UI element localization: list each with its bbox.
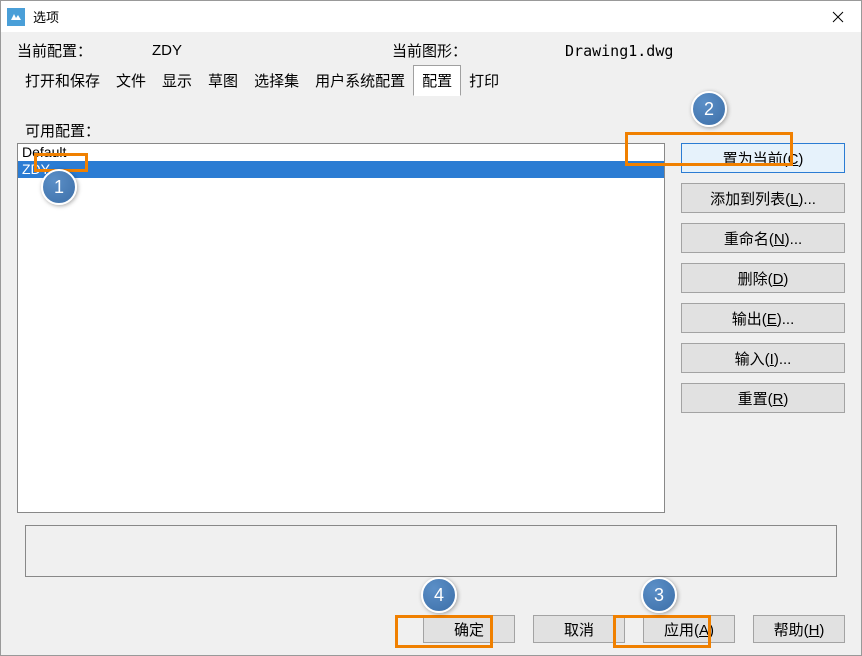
app-icon: [7, 8, 25, 26]
current-drawing-label: 当前图形：: [392, 40, 467, 61]
description-box: [25, 525, 837, 577]
window-title: 选项: [33, 7, 59, 26]
list-item[interactable]: ZDY: [18, 161, 664, 178]
add-to-list-button[interactable]: 添加到列表(L)...: [681, 183, 845, 213]
callout-4: 4: [421, 577, 457, 613]
info-row: 当前配置： ZDY 当前图形： Drawing1.dwg: [1, 32, 861, 65]
tab-open-save[interactable]: 打开和保存: [17, 66, 108, 95]
tab-display[interactable]: 显示: [154, 66, 200, 95]
titlebar: 选项: [1, 1, 861, 32]
delete-button[interactable]: 删除(D): [681, 263, 845, 293]
current-config-label: 当前配置：: [17, 40, 92, 61]
tab-draft[interactable]: 草图: [200, 66, 246, 95]
current-drawing-value: Drawing1.dwg: [565, 42, 673, 60]
apply-button[interactable]: 应用(A): [643, 615, 735, 643]
export-button[interactable]: 输出(E)...: [681, 303, 845, 333]
side-buttons: 置为当前(C) 添加到列表(L)... 重命名(N)... 删除(D) 输出(E…: [681, 143, 845, 413]
import-button[interactable]: 输入(I)...: [681, 343, 845, 373]
rename-button[interactable]: 重命名(N)...: [681, 223, 845, 253]
close-button[interactable]: [815, 1, 861, 32]
reset-button[interactable]: 重置(R): [681, 383, 845, 413]
available-config-label: 可用配置：: [25, 120, 845, 141]
footer-buttons: 确定 取消 应用(A) 帮助(H): [423, 615, 845, 643]
tab-print[interactable]: 打印: [461, 66, 507, 95]
config-listbox[interactable]: Default ZDY: [17, 143, 665, 513]
tabs: 打开和保存 文件 显示 草图 选择集 用户系统配置 配置 打印: [1, 65, 861, 96]
main-area: Default ZDY 置为当前(C) 添加到列表(L)... 重命名(N)..…: [17, 143, 845, 513]
list-item[interactable]: Default: [18, 144, 664, 161]
callout-3: 3: [641, 577, 677, 613]
cancel-button[interactable]: 取消: [533, 615, 625, 643]
content-area: 可用配置： Default ZDY 置为当前(C) 添加到列表(L)... 重命…: [1, 96, 861, 577]
set-current-button[interactable]: 置为当前(C): [681, 143, 845, 173]
ok-button[interactable]: 确定: [423, 615, 515, 643]
tab-selection[interactable]: 选择集: [246, 66, 307, 95]
tab-file[interactable]: 文件: [108, 66, 154, 95]
tab-config[interactable]: 配置: [413, 65, 461, 96]
help-button[interactable]: 帮助(H): [753, 615, 845, 643]
tab-user-sys[interactable]: 用户系统配置: [307, 66, 413, 95]
current-config-value: ZDY: [152, 42, 182, 59]
